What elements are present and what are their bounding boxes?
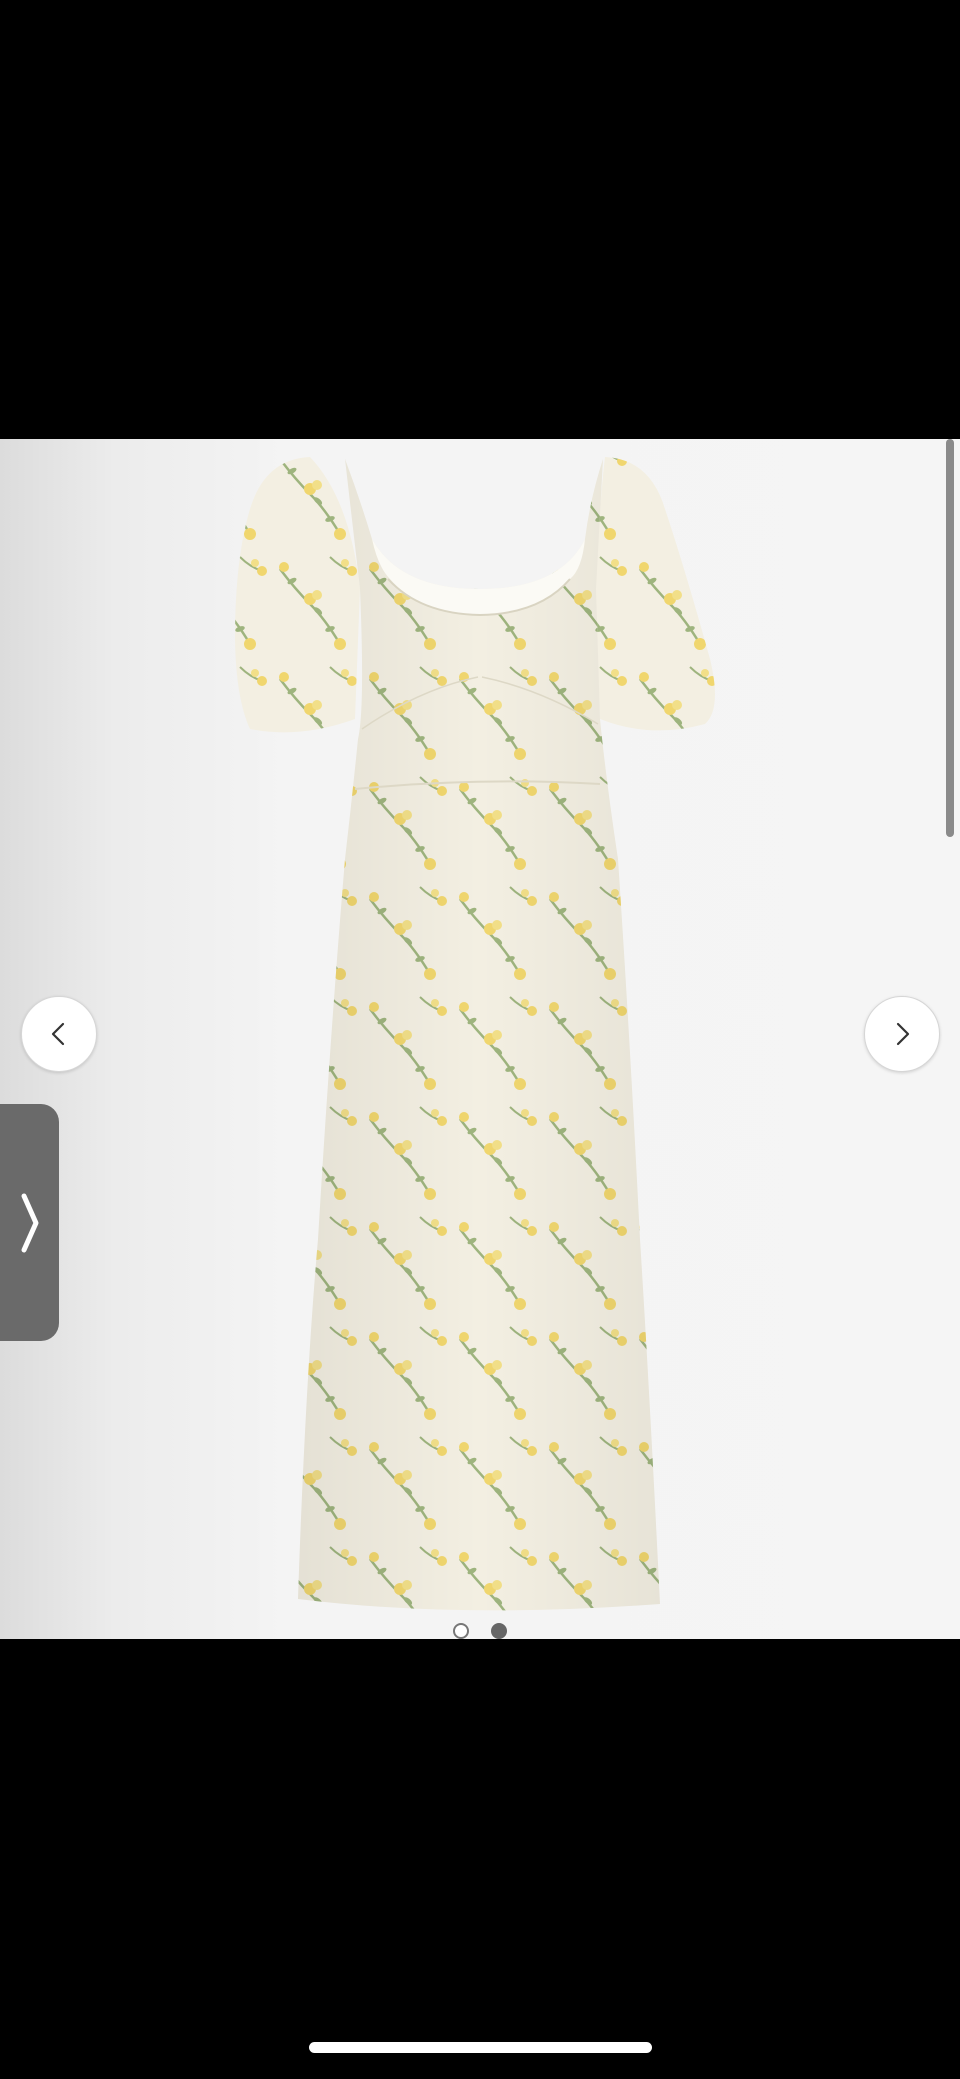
- previous-image-button[interactable]: [21, 996, 97, 1072]
- product-image: [235, 457, 715, 1611]
- pager-dot-2[interactable]: [491, 1623, 507, 1639]
- side-panel-toggle[interactable]: [0, 1104, 59, 1341]
- image-pager: [0, 1623, 960, 1639]
- home-indicator[interactable]: [309, 2042, 652, 2053]
- product-image-viewer[interactable]: [0, 439, 960, 1639]
- chevron-right-icon: [896, 1022, 910, 1046]
- chevron-right-icon: [21, 1193, 38, 1252]
- scrollbar[interactable]: [946, 439, 954, 837]
- chevron-left-icon: [51, 1022, 65, 1046]
- next-image-button[interactable]: [864, 996, 940, 1072]
- phone-screen: [0, 0, 960, 2079]
- pager-dot-1[interactable]: [453, 1623, 469, 1639]
